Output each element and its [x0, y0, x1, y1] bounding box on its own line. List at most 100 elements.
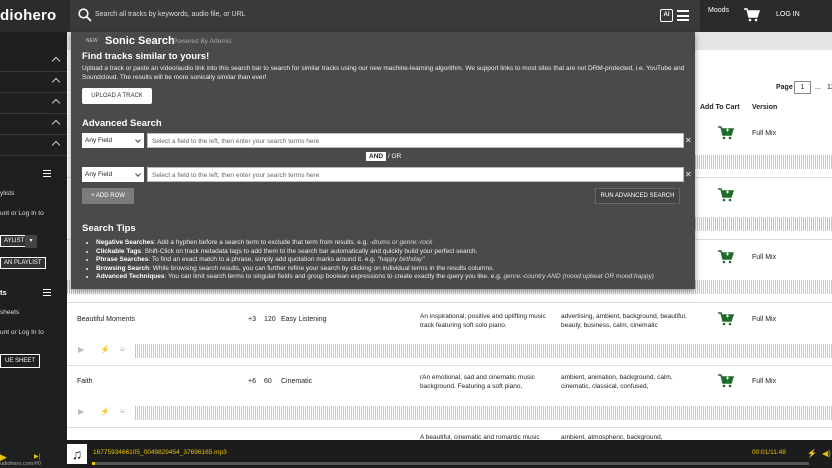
- field-select-value: Any Field: [85, 137, 113, 144]
- cart-icon[interactable]: [744, 8, 760, 22]
- sidebar-filter-5[interactable]: [0, 135, 67, 156]
- chevron-up-icon[interactable]: [51, 98, 61, 108]
- playlist-menu-icon[interactable]: [43, 170, 51, 179]
- chevron-up-icon[interactable]: [51, 56, 61, 66]
- track-title[interactable]: Beautiful Moments: [77, 316, 135, 323]
- find-similar-heading: Find tracks similar to yours!: [82, 51, 210, 62]
- login-button[interactable]: LOG IN: [776, 11, 800, 18]
- cue-sheets-title: ts: [0, 288, 7, 297]
- field-select-value: Any Field: [85, 171, 113, 178]
- track-description: An inspirational, positive and uplifting…: [420, 313, 546, 329]
- track-versions-count[interactable]: +6: [248, 378, 256, 385]
- track-versions-count[interactable]: +3: [248, 316, 256, 323]
- ai-search-icon[interactable]: AI: [660, 9, 673, 22]
- new-cue-sheet-button[interactable]: UE SHEET: [0, 354, 41, 368]
- page-label: Page: [776, 84, 793, 91]
- list-icon[interactable]: ≡: [120, 407, 125, 416]
- lightning-icon[interactable]: ⚡: [100, 407, 110, 416]
- cue-account-text: unt or Log In to: [0, 329, 44, 336]
- player-filename: 1677593466105_0049829454_37696165.mp3: [93, 449, 227, 456]
- track-version[interactable]: Full Mix: [752, 254, 776, 261]
- new-playlist-button[interactable]: AN PLAYLIST: [0, 257, 46, 269]
- sonic-search-panel: NEW Sonic Search Powered By Artemis Find…: [71, 32, 695, 289]
- sidebar-filter-3[interactable]: [0, 93, 67, 114]
- and-or-toggle[interactable]: AND / OR: [366, 152, 401, 161]
- play-icon[interactable]: ▶: [78, 407, 84, 416]
- search-icon[interactable]: [78, 8, 92, 22]
- and-option[interactable]: AND: [366, 152, 387, 161]
- list-icon[interactable]: ≡: [120, 345, 125, 354]
- upload-track-button[interactable]: UPLOAD A TRACK: [82, 88, 152, 104]
- player-time: 00:01/11:48: [752, 449, 786, 456]
- tip-item: Clickable Tags: Shift-Click on track met…: [96, 248, 686, 257]
- top-bar: diohero Search all tracks by keywords, a…: [0, 0, 832, 32]
- track-description: rAn emotional, sad and cinematic music b…: [420, 374, 535, 390]
- col-version[interactable]: Version: [752, 104, 777, 111]
- chevron-up-icon[interactable]: [51, 77, 61, 87]
- field-select-2[interactable]: Any Field: [82, 167, 144, 182]
- search-bar[interactable]: Search all tracks by keywords, audio fil…: [70, 0, 700, 32]
- player-progress-bar[interactable]: [92, 462, 809, 465]
- chevron-up-icon[interactable]: [51, 119, 61, 129]
- tip-item: Advanced Techniques: You can limit searc…: [96, 273, 686, 282]
- track-tags[interactable]: advertising, ambient, background, beauti…: [561, 312, 691, 330]
- row-divider: [67, 302, 832, 303]
- play-icon[interactable]: ▶: [78, 345, 84, 354]
- search-tips-heading: Search Tips: [82, 223, 136, 234]
- chevron-down-icon: [135, 137, 141, 143]
- find-similar-description: Upload a track or paste an video/audio l…: [82, 65, 685, 81]
- add-to-cart-icon[interactable]: [718, 374, 734, 388]
- advanced-search-input-1[interactable]: Select a field to the left, then enter y…: [147, 133, 684, 148]
- page-ellipsis: ...: [815, 84, 821, 91]
- remove-row-icon[interactable]: ✕: [685, 171, 693, 179]
- my-playlists-link[interactable]: ylists: [0, 190, 14, 197]
- add-to-cart-icon[interactable]: [718, 126, 734, 140]
- track-genre[interactable]: Easy Listening: [281, 316, 327, 323]
- new-badge: NEW: [86, 38, 98, 44]
- run-advanced-search-button[interactable]: RUN ADVANCED SEARCH: [595, 188, 680, 204]
- sidebar-filter-1[interactable]: [0, 51, 67, 72]
- sidebar: ylists unt or Log In to AYLIST ▾ AN PLAY…: [0, 32, 67, 468]
- add-row-button[interactable]: + ADD ROW: [82, 188, 134, 204]
- player-progress-fill: [92, 462, 95, 465]
- add-to-cart-icon[interactable]: [718, 312, 734, 326]
- sidebar-filter-4[interactable]: [0, 114, 67, 135]
- field-select-1[interactable]: Any Field: [82, 133, 144, 148]
- cue-sheets-link[interactable]: sheets: [0, 309, 19, 316]
- or-option[interactable]: / OR: [388, 153, 401, 160]
- track-bpm[interactable]: 120: [264, 316, 276, 323]
- hamburger-menu-icon[interactable]: [677, 10, 689, 21]
- track-title[interactable]: Faith: [77, 378, 93, 385]
- waveform[interactable]: [695, 217, 832, 231]
- add-to-cart-icon[interactable]: [718, 250, 734, 264]
- playlist-button[interactable]: AYLIST: [0, 235, 29, 247]
- col-add-to-cart: Add To Cart: [700, 104, 740, 111]
- skip-forward-icon[interactable]: ▶|: [34, 453, 40, 460]
- waveform[interactable]: [135, 344, 832, 358]
- search-input[interactable]: Search all tracks by keywords, audio fil…: [95, 11, 246, 18]
- track-bpm[interactable]: 60: [264, 378, 272, 385]
- waveform[interactable]: [695, 155, 832, 169]
- track-tags[interactable]: ambient, animation, background, calm, ci…: [561, 373, 691, 391]
- remove-row-icon[interactable]: ✕: [685, 137, 693, 145]
- track-version[interactable]: Full Mix: [752, 130, 776, 137]
- playlist-dropdown-button[interactable]: ▾: [25, 235, 37, 248]
- sidebar-filter-2[interactable]: [0, 72, 67, 93]
- add-to-cart-icon[interactable]: [718, 188, 734, 202]
- chevron-up-icon[interactable]: [51, 140, 61, 150]
- brand-logo[interactable]: diohero: [0, 7, 56, 24]
- volume-icon[interactable]: ◀): [822, 449, 831, 458]
- cue-menu-icon[interactable]: [43, 289, 51, 298]
- track-genre[interactable]: Cinematic: [281, 378, 312, 385]
- music-note-icon: ♫: [67, 444, 87, 464]
- waveform[interactable]: [135, 406, 832, 420]
- advanced-search-input-2[interactable]: Select a field to the left, then enter y…: [147, 167, 684, 182]
- page-number-input[interactable]: 1: [794, 81, 811, 94]
- playlist-account-text: unt or Log In to: [0, 210, 44, 217]
- track-version[interactable]: Full Mix: [752, 378, 776, 385]
- lightning-icon[interactable]: ⚡: [100, 345, 110, 354]
- moods-link[interactable]: Moods: [708, 7, 729, 14]
- track-version[interactable]: Full Mix: [752, 316, 776, 323]
- lightning-icon[interactable]: ⚡: [807, 449, 817, 458]
- last-page-link[interactable]: 12: [827, 84, 832, 91]
